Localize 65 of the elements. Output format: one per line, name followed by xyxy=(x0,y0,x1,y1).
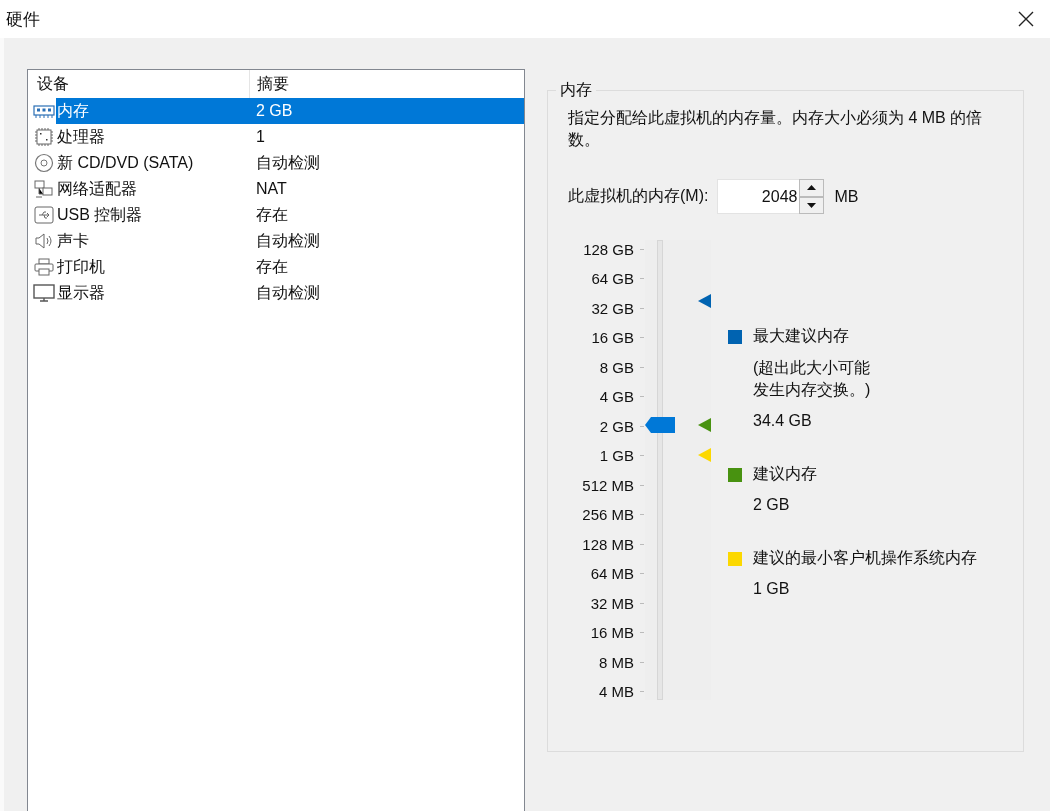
device-name: 声卡 xyxy=(56,230,90,251)
column-header[interactable]: 摘要 xyxy=(250,73,289,95)
up-arrow-icon xyxy=(807,185,817,191)
device-row[interactable]: 网络适配器 NAT xyxy=(56,176,524,202)
description-text: 指定分配给此虚拟机的内存量。内存大小必须为 4 MB 的倍数。 xyxy=(568,108,984,150)
legend-title: 最大建议内存 xyxy=(753,326,849,346)
legend-title: 建议内存 xyxy=(753,464,817,484)
slider-thumb[interactable] xyxy=(645,416,675,433)
device-summary: 自动检测 xyxy=(256,282,320,303)
device-name: 网络适配器 xyxy=(56,178,138,199)
tick-label: 2 GB xyxy=(599,417,634,435)
device-name: 打印机 xyxy=(56,256,106,277)
tick-label: 16 MB xyxy=(590,624,634,641)
memory-input-field[interactable]: 2048 xyxy=(717,179,800,214)
device-name: 新 CD/DVD (SATA) xyxy=(56,152,195,173)
device-name: 内存 xyxy=(56,100,90,121)
memory-label: 此虚拟机的内存(M): xyxy=(568,186,709,206)
close-icon[interactable] xyxy=(1018,11,1034,27)
device-name: 显示器 xyxy=(56,282,106,303)
group-title: 内存 xyxy=(559,80,593,100)
device-summary: 存在 xyxy=(256,204,288,225)
device-row[interactable]: 显示器 自动检测 xyxy=(56,280,524,306)
tick-label: 4 MB xyxy=(599,683,634,700)
device-name: 处理器 xyxy=(56,126,106,147)
device-summary: 自动检测 xyxy=(256,230,320,251)
device-summary: NAT xyxy=(256,180,287,198)
printer-icon xyxy=(32,257,56,277)
usb-icon xyxy=(32,205,56,225)
device-summary: 2 GB xyxy=(256,102,293,120)
tick-label: 64 GB xyxy=(591,270,634,287)
cpu-icon xyxy=(32,127,56,147)
tick-label: 8 MB xyxy=(599,653,634,671)
tick-label: 256 MB xyxy=(582,506,634,523)
window-title: 硬件 xyxy=(6,8,40,31)
tick-label: 8 GB xyxy=(599,358,634,376)
tick-label: 64 MB xyxy=(590,565,634,582)
legend-note: (超出此大小可能发生内存交换。) xyxy=(753,358,872,400)
network-icon xyxy=(32,179,56,199)
tick-label: 128 GB xyxy=(583,240,634,258)
legend-title: 建议的最小客户机操作系统内存 xyxy=(753,548,977,568)
unit-label: MB xyxy=(834,187,859,206)
device-row[interactable]: 声卡 自动检测 xyxy=(56,228,524,254)
device-row[interactable]: 处理器 1 xyxy=(56,124,524,150)
tick-label: 32 GB xyxy=(591,299,634,317)
down-arrow-icon xyxy=(807,202,817,208)
device-summary: 存在 xyxy=(256,256,288,277)
tick-label: 128 MB xyxy=(582,535,634,553)
tick-label: 1 GB xyxy=(599,447,634,464)
legend-value: 2 GB xyxy=(753,496,791,514)
increase-button[interactable] xyxy=(799,179,825,197)
device-row[interactable]: USB 控制器 存在 xyxy=(56,202,524,228)
device-name: USB 控制器 xyxy=(56,204,144,225)
tick-label: 512 MB xyxy=(582,476,634,494)
device-summary: 1 xyxy=(256,128,265,146)
device-row[interactable]: 新 CD/DVD (SATA) 自动检测 xyxy=(56,150,524,176)
display-icon xyxy=(32,283,56,303)
device-summary: 自动检测 xyxy=(256,152,320,173)
tick-label: 16 GB xyxy=(591,329,634,346)
device-row[interactable]: 内存 2 GB xyxy=(56,98,524,124)
device-row[interactable]: 打印机 存在 xyxy=(56,254,524,280)
tick-label: 4 GB xyxy=(599,388,634,405)
tick-label: 32 MB xyxy=(590,594,634,612)
legend-value: 1 GB xyxy=(753,580,791,598)
legend-value: 34.4 GB xyxy=(753,412,813,430)
disc-icon xyxy=(32,153,56,173)
